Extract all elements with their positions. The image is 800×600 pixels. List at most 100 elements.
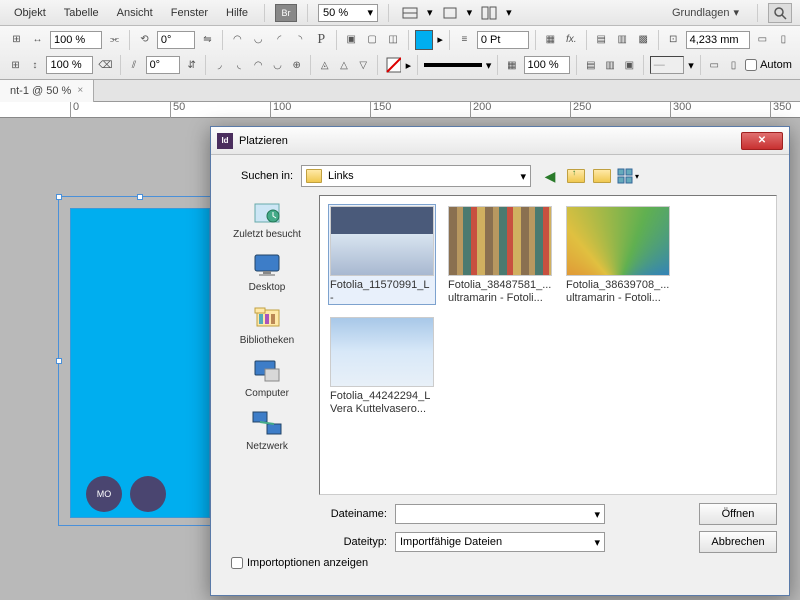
corner-icon[interactable]: ◠ — [229, 31, 246, 49]
corner-icon[interactable]: ◟ — [231, 56, 246, 74]
link-icon[interactable]: ⫘ — [106, 31, 123, 49]
corner-icon[interactable]: ◞ — [212, 56, 227, 74]
filetype-select[interactable]: Importfähige Dateien▾ — [395, 532, 605, 552]
frame-size-field[interactable]: 4,233 mm — [686, 31, 750, 49]
p-icon[interactable]: P — [313, 31, 330, 49]
import-options-checkbox[interactable] — [231, 557, 243, 569]
frame-icon[interactable]: ⊡ — [665, 31, 682, 49]
resize-handle[interactable] — [56, 194, 62, 200]
resize-handle[interactable] — [56, 358, 62, 364]
stroke-weight-field[interactable]: 0 Pt — [477, 31, 529, 49]
zoom-select[interactable]: 50 %▾ — [318, 4, 378, 22]
wrap-icon[interactable]: ▤ — [583, 56, 598, 74]
menu-hilfe[interactable]: Hilfe — [220, 4, 254, 22]
spacing-field[interactable]: — — [650, 56, 684, 74]
autom-checkbox[interactable] — [745, 59, 757, 71]
new-folder-icon[interactable] — [591, 165, 613, 187]
scale-y-field[interactable]: 100 % — [46, 56, 93, 74]
menu-tabelle[interactable]: Tabelle — [58, 4, 105, 22]
screen-mode-icon[interactable] — [439, 2, 461, 24]
wrap-icon[interactable]: ▣ — [622, 56, 637, 74]
shear-field[interactable]: 0° — [146, 56, 180, 74]
place-desktop[interactable]: Desktop — [247, 248, 288, 295]
pathfinder-icon[interactable]: ◫ — [385, 31, 402, 49]
rotate-icon: ⟲ — [136, 31, 153, 49]
dialog-titlebar[interactable]: Id Platzieren ✕ — [211, 127, 789, 155]
menu-objekt[interactable]: Objekt — [8, 4, 52, 22]
scale-x-field[interactable]: 100 % — [50, 31, 102, 49]
rotate-field[interactable]: 0° — [157, 31, 195, 49]
open-button[interactable]: Öffnen — [699, 503, 777, 525]
place-label: Bibliotheken — [240, 335, 294, 346]
wrap-icon[interactable]: ▥ — [614, 31, 631, 49]
file-thumbnail — [330, 206, 434, 276]
place-computer[interactable]: Computer — [243, 354, 291, 401]
view-menu-icon[interactable]: ▾ — [617, 165, 639, 187]
folder-dropdown[interactable]: Links ▾ — [301, 165, 531, 187]
wrap-icon[interactable]: ▩ — [635, 31, 652, 49]
place-recent[interactable]: Zuletzt besucht — [231, 195, 303, 242]
arrange-icon[interactable] — [478, 2, 500, 24]
view-options-icon[interactable] — [399, 2, 421, 24]
filename-input[interactable]: ▾ — [395, 504, 605, 524]
cancel-button[interactable]: Abbrechen — [699, 531, 777, 553]
stroke-style[interactable] — [424, 63, 482, 67]
effects-icon[interactable]: ▦ — [542, 31, 559, 49]
pathfinder-icon[interactable]: ▽ — [356, 56, 371, 74]
file-item[interactable]: Fotolia_44242294_LVera Kuttelvasero... — [328, 315, 436, 416]
ruler-tick: 350 — [770, 102, 791, 118]
ruler-tick: 100 — [270, 102, 291, 118]
ref-point-icon[interactable]: ⊞ — [8, 31, 25, 49]
fit-icon[interactable]: ▯ — [775, 31, 792, 49]
corner-icon[interactable]: ◜ — [271, 31, 288, 49]
horizontal-ruler: 0 50 100 150 200 250 300 350 — [0, 102, 800, 118]
file-item[interactable]: Fotolia_11570991_L -© Stefan Arendt - ..… — [328, 204, 436, 305]
file-item[interactable]: Fotolia_38487581_...ultramarin - Fotoli.… — [446, 204, 554, 305]
fx-icon[interactable]: fx. — [563, 31, 580, 49]
files-panel[interactable]: Fotolia_11570991_L -© Stefan Arendt - ..… — [319, 195, 777, 495]
fit-icon[interactable]: ▯ — [726, 56, 741, 74]
close-icon[interactable]: × — [77, 85, 83, 96]
file-item[interactable]: Fotolia_38639708_...ultramarin - Fotoli.… — [564, 204, 672, 305]
dialog-close-button[interactable]: ✕ — [741, 132, 783, 150]
resize-handle[interactable] — [137, 194, 143, 200]
file-name2: ultramarin - Fotoli... — [448, 292, 543, 303]
flip-v-icon[interactable]: ⇵ — [184, 56, 199, 74]
menu-fenster[interactable]: Fenster — [165, 4, 214, 22]
pathfinder-icon[interactable]: △ — [336, 56, 351, 74]
pathfinder-icon[interactable]: ◬ — [317, 56, 332, 74]
blue-frame[interactable] — [70, 208, 210, 518]
fit-icon[interactable]: ▭ — [754, 31, 771, 49]
corner-icon[interactable]: ◡ — [250, 31, 267, 49]
bridge-button[interactable]: Br — [275, 4, 297, 22]
fill-swatch[interactable] — [415, 30, 434, 50]
corner-icon[interactable]: ◠ — [251, 56, 266, 74]
corner-icon[interactable]: ◡ — [270, 56, 285, 74]
up-icon[interactable]: ↑ — [565, 165, 587, 187]
clear-icon[interactable]: ⌫ — [97, 56, 113, 74]
workspace-switcher[interactable]: Grundlagen▾ — [664, 3, 747, 22]
p-icon[interactable]: ⊕ — [289, 56, 304, 74]
day-circle[interactable]: MO — [86, 476, 122, 512]
stroke-weight-icon: ≡ — [456, 31, 473, 49]
pathfinder-icon[interactable]: ▢ — [364, 31, 381, 49]
opacity-field[interactable]: 100 % — [524, 56, 571, 74]
corner-icon[interactable]: ◝ — [292, 31, 309, 49]
wrap-icon[interactable]: ▥ — [602, 56, 617, 74]
back-icon[interactable]: ◀ — [539, 165, 561, 187]
menu-ansicht[interactable]: Ansicht — [111, 4, 159, 22]
fit-icon[interactable]: ▭ — [707, 56, 722, 74]
place-libraries[interactable]: Bibliotheken — [238, 301, 296, 348]
wrap-icon[interactable]: ▤ — [593, 31, 610, 49]
stroke-swatch[interactable] — [384, 56, 402, 74]
file-name: Fotolia_38639708_... — [566, 279, 669, 291]
flip-h-icon[interactable]: ⇋ — [199, 31, 216, 49]
day-circle[interactable] — [130, 476, 166, 512]
pathfinder-icon[interactable]: ▣ — [343, 31, 360, 49]
document-tab[interactable]: nt-1 @ 50 % × — [0, 80, 94, 102]
place-label: Zuletzt besucht — [233, 229, 301, 240]
folder-name: Links — [328, 170, 354, 182]
search-button[interactable] — [768, 3, 792, 23]
place-network[interactable]: Netzwerk — [244, 407, 290, 454]
ref-point-icon[interactable]: ⊞ — [8, 56, 23, 74]
